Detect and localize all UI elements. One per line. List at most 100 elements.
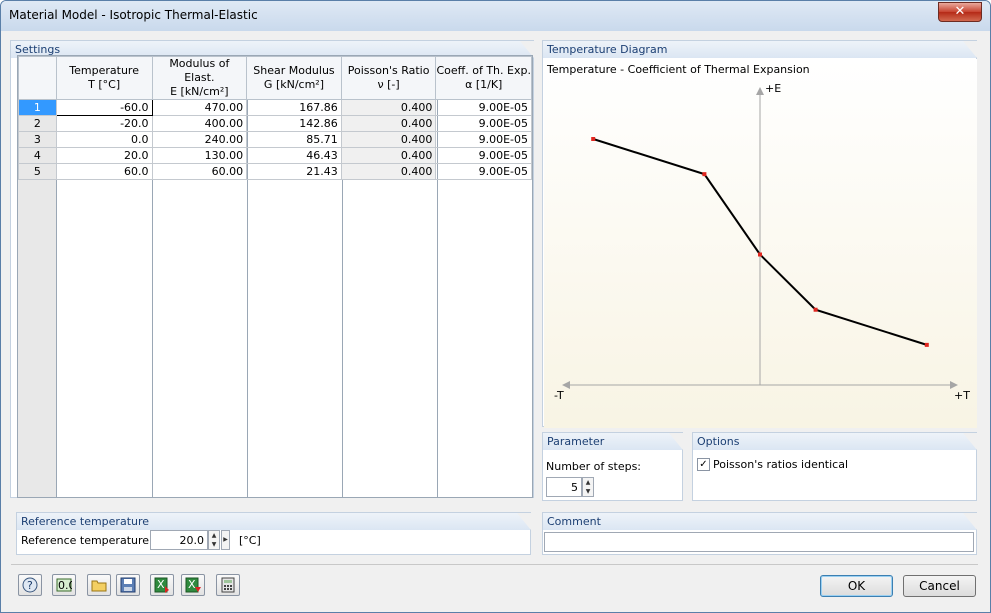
column-header-unit: ν [-] <box>377 78 400 91</box>
row-number[interactable]: 1 <box>18 99 57 116</box>
table-cell[interactable]: 46.43 <box>246 147 342 164</box>
table-cell[interactable]: 400.00 <box>151 115 248 132</box>
temperature-chart: +E -T +T <box>554 82 970 402</box>
table-cell[interactable]: 240.00 <box>151 131 248 148</box>
table-cell[interactable]: 9.00E-05 <box>435 147 532 164</box>
table-cell[interactable]: -60.0 <box>55 99 153 116</box>
column-header[interactable]: Coeff. of Th. Exp. α [1/K] <box>435 56 532 100</box>
reference-unit: [°C] <box>239 534 261 547</box>
table-cell[interactable]: 9.00E-05 <box>435 115 532 132</box>
calculator-button[interactable] <box>216 574 240 596</box>
data-point <box>591 137 596 141</box>
reference-temperature-input[interactable]: 20.0 <box>150 530 208 550</box>
table-cell[interactable]: 0.400 <box>340 147 437 164</box>
table-cell[interactable]: 0.0 <box>55 131 153 148</box>
table-row[interactable]: 2 -20.0 400.00 142.86 0.400 9.00E-05 <box>18 115 532 132</box>
open-button[interactable] <box>87 574 111 596</box>
arrow-right-icon: ▶ <box>223 536 228 543</box>
table-cell[interactable]: 21.43 <box>246 163 342 180</box>
help-button[interactable]: ? <box>18 574 42 596</box>
table-cell[interactable]: 0.400 <box>340 99 437 116</box>
row-number[interactable]: 3 <box>18 131 57 148</box>
window-title: Material Model - Isotropic Thermal-Elast… <box>9 8 258 22</box>
spin-up-icon[interactable]: ▲ <box>583 478 593 487</box>
x-axis-arrow-left-icon <box>562 381 570 389</box>
table-cell[interactable]: -20.0 <box>55 115 153 132</box>
column-header-unit: T [°C] <box>88 78 121 91</box>
svg-text:0.00: 0.00 <box>58 579 72 592</box>
ok-button[interactable]: OK <box>820 575 893 597</box>
cancel-button[interactable]: Cancel <box>903 575 976 597</box>
y-axis-arrow-icon <box>756 87 764 95</box>
options-heading: Options <box>693 433 977 450</box>
save-button[interactable] <box>116 574 140 596</box>
reference-spinner[interactable]: ▲ ▼ <box>208 530 220 550</box>
comment-input[interactable] <box>544 532 974 552</box>
data-point <box>758 252 762 257</box>
table-cell[interactable]: 130.00 <box>151 147 248 164</box>
steps-input[interactable]: 5 <box>546 477 582 497</box>
row-number[interactable]: 2 <box>18 115 57 132</box>
column-header-label: Modulus of Elast. <box>169 57 230 84</box>
material-table[interactable]: Temperature T [°C] Modulus of Elast. E [kN/… <box>17 55 533 498</box>
table-cell[interactable]: 9.00E-05 <box>435 99 532 116</box>
column-header-label: Shear Modulus <box>253 64 335 77</box>
units-icon: 0.00 <box>56 578 72 592</box>
table-cell[interactable]: 20.0 <box>55 147 153 164</box>
spin-down-icon[interactable]: ▼ <box>209 540 219 549</box>
parameter-heading: Parameter <box>543 433 683 450</box>
table-cell[interactable]: 60.0 <box>55 163 153 180</box>
table-cell[interactable]: 9.00E-05 <box>435 131 532 148</box>
x-axis-positive-label: +T <box>954 389 970 402</box>
steps-label: Number of steps: <box>546 460 642 473</box>
y-axis-label: +E <box>765 82 781 95</box>
table-cell[interactable]: 0.400 <box>340 115 437 132</box>
x-axis-negative-label: -T <box>554 389 564 402</box>
table-cell[interactable]: 0.400 <box>340 131 437 148</box>
row-number[interactable]: 4 <box>18 147 57 164</box>
table-row[interactable]: 4 20.0 130.00 46.43 0.400 9.00E-05 <box>18 147 532 164</box>
comment-group: Comment <box>542 512 977 555</box>
table-cell[interactable]: 9.00E-05 <box>435 163 532 180</box>
export-excel-button[interactable]: X <box>181 574 205 596</box>
table-cell[interactable]: 167.86 <box>246 99 342 116</box>
column-header[interactable]: Modulus of Elast. E [kN/cm²] <box>151 56 248 100</box>
diagram-canvas: Temperature - Coefficient of Thermal Exp… <box>544 59 977 428</box>
column-header[interactable]: Temperature T [°C] <box>55 56 153 100</box>
column-header[interactable]: Poisson's Ratio ν [-] <box>340 56 437 100</box>
svg-text:X: X <box>188 578 196 591</box>
table-cell[interactable]: 60.00 <box>151 163 248 180</box>
reference-arrow-button[interactable]: ▶ <box>221 530 230 550</box>
spin-down-icon[interactable]: ▼ <box>583 487 593 496</box>
poisson-identical-checkbox[interactable]: ✓ <box>697 458 710 471</box>
title-bar: Material Model - Isotropic Thermal-Elast… <box>1 1 990 31</box>
options-group: Options ✓ Poisson's ratios identical <box>692 432 977 501</box>
data-point <box>813 307 818 312</box>
reference-temperature-group: Reference temperature Reference temperat… <box>16 512 531 555</box>
units-button[interactable]: 0.00 <box>52 574 76 596</box>
import-excel-button[interactable]: X <box>150 574 174 596</box>
comment-heading: Comment <box>543 513 977 530</box>
table-cell[interactable]: 470.00 <box>151 99 248 116</box>
dialog-window: Material Model - Isotropic Thermal-Elast… <box>0 0 991 613</box>
column-header[interactable]: Shear Modulus G [kN/cm²] <box>246 56 342 100</box>
poisson-identical-label: Poisson's ratios identical <box>713 458 849 471</box>
table-row[interactable]: 5 60.0 60.00 21.43 0.400 9.00E-05 <box>18 163 532 180</box>
steps-spinner[interactable]: ▲ ▼ <box>582 477 594 497</box>
close-button[interactable]: ✕ <box>938 2 982 22</box>
open-icon <box>91 580 107 592</box>
material-grid: Temperature T [°C] Modulus of Elast. E [kN/… <box>18 56 532 180</box>
svg-text:?: ? <box>27 579 33 592</box>
parameter-group: Parameter Number of steps: 5 ▲ ▼ <box>542 432 683 501</box>
table-cell[interactable]: 0.400 <box>340 163 437 180</box>
import-excel-icon: X <box>154 577 169 593</box>
table-cell[interactable]: 142.86 <box>246 115 342 132</box>
save-icon <box>120 577 136 593</box>
row-number[interactable]: 5 <box>18 163 57 180</box>
table-row[interactable]: 1 -60.0 470.00 167.86 0.400 9.00E-05 <box>18 99 532 116</box>
column-header-unit: G [kN/cm²] <box>263 78 325 91</box>
table-row[interactable]: 3 0.0 240.00 85.71 0.400 9.00E-05 <box>18 131 532 148</box>
column-header-label: Coeff. of Th. Exp. <box>436 64 531 77</box>
spin-up-icon[interactable]: ▲ <box>209 531 219 540</box>
table-cell[interactable]: 85.71 <box>246 131 342 148</box>
